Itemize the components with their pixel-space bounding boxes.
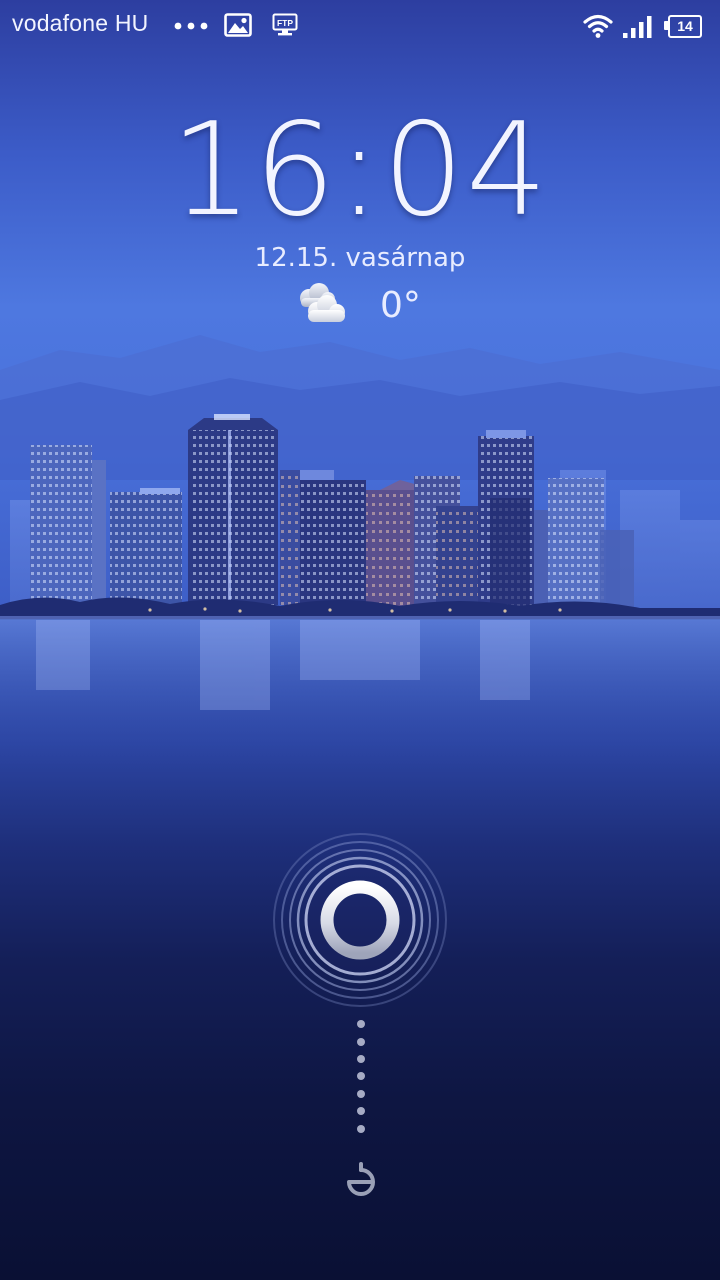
ftp-label: FTP [277, 18, 293, 28]
temperature-label: 0° [380, 285, 421, 326]
signal-icon [623, 16, 652, 38]
more-dots-icon [174, 22, 208, 30]
gallery-icon [224, 13, 252, 37]
clock-time: 16:04 [170, 96, 550, 245]
battery-level: 14 [677, 18, 693, 34]
status-bar: vodafone HU FTP 14 [0, 0, 720, 54]
city-skyline-wallpaper [0, 335, 720, 769]
target-icon[interactable] [342, 1158, 380, 1202]
lock-screen: vodafone HU FTP 14 16:04 12.15. vasárnap… [0, 0, 720, 1280]
carrier-name: vodafone HU [12, 10, 149, 36]
unlock-ring-icon[interactable] [270, 830, 450, 1010]
wifi-icon [583, 14, 613, 38]
ftp-icon: FTP [272, 13, 298, 36]
cloudy-icon [300, 283, 345, 322]
battery-icon: 14 [664, 15, 702, 38]
date-label: 12.15. vasárnap [254, 243, 466, 273]
unlock-track-dots [357, 1020, 365, 1133]
